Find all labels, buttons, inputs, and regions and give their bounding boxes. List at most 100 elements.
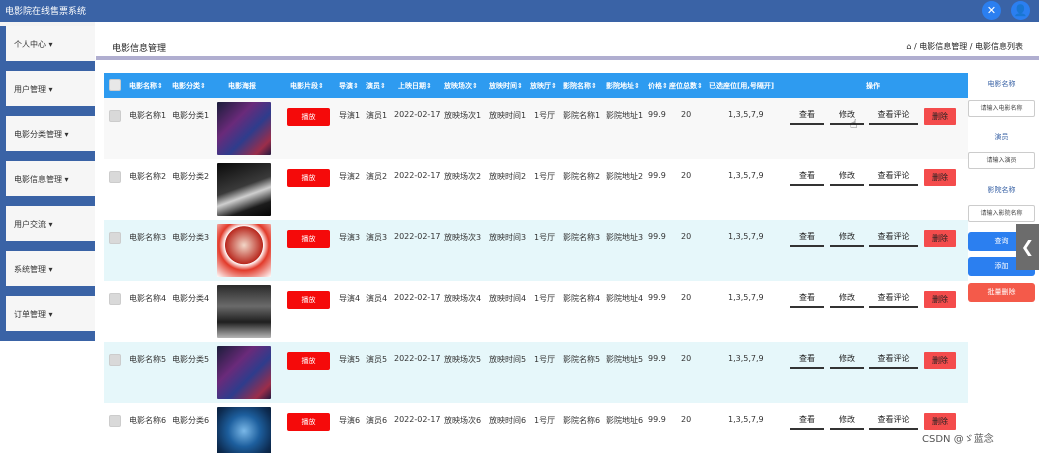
cell-session: 放映场次4 (444, 294, 482, 303)
cell-release-date: 2022-02-17 (394, 415, 441, 424)
view-reviews-button[interactable]: 查看评论 (869, 352, 918, 369)
column-header[interactable]: 导演⇕ (339, 81, 359, 91)
cell-session: 放映场次6 (444, 416, 482, 425)
cell-actor: 演员1 (366, 111, 388, 120)
cell-movie-category: 电影分类6 (172, 416, 210, 425)
cell-cinema-name: 影院名称1 (563, 111, 601, 120)
column-header[interactable]: 放映场次⇕ (444, 81, 478, 91)
column-header[interactable]: 电影名称⇕ (129, 81, 163, 91)
sidebar-item-order-management[interactable]: 订单管理 ▾ (0, 296, 95, 331)
cell-movie-category: 电影分类1 (172, 111, 210, 120)
column-header[interactable]: 上映日期⇕ (398, 81, 432, 91)
column-header[interactable]: 电影分类⇕ (172, 81, 206, 91)
delete-button[interactable]: 删除 (924, 352, 956, 369)
delete-button[interactable]: 删除 (924, 291, 956, 308)
row-checkbox[interactable] (109, 354, 121, 366)
cell-seat-total: 20 (681, 110, 692, 119)
select-all-checkbox[interactable] (109, 79, 121, 91)
cell-cinema-address: 影院地址2 (606, 172, 644, 181)
row-checkbox[interactable] (109, 171, 121, 183)
edit-button[interactable]: 修改 (830, 230, 864, 247)
edit-button[interactable]: 修改 (830, 291, 864, 308)
sidebar: 个人中心 ▾ 用户管理 ▾ 电影分类管理 ▾ 电影信息管理 ▾ 用户交流 ▾ 系… (0, 22, 95, 341)
edit-button[interactable]: 修改 (830, 413, 864, 430)
cell-release-date: 2022-02-17 (394, 110, 441, 119)
view-button[interactable]: 查看 (790, 230, 824, 247)
play-button[interactable]: 播放 (287, 291, 330, 309)
cell-seat-total: 20 (681, 232, 692, 241)
delete-button[interactable]: 删除 (924, 413, 956, 430)
cell-actor: 演员5 (366, 355, 388, 364)
column-header[interactable]: 影院名称⇕ (563, 81, 597, 91)
edit-button[interactable]: 修改 (830, 169, 864, 186)
view-reviews-button[interactable]: 查看评论 (869, 169, 918, 186)
watermark: CSDN @ゞ蓝念 (922, 434, 994, 445)
row-checkbox[interactable] (109, 415, 121, 427)
movie-poster-image (217, 163, 271, 216)
row-checkbox[interactable] (109, 293, 121, 305)
delete-button[interactable]: 删除 (924, 230, 956, 247)
cell-director: 导演5 (339, 355, 361, 364)
column-header[interactable]: 价格⇕ (648, 81, 668, 91)
play-button[interactable]: 播放 (287, 230, 330, 248)
cell-selected-seats: 1,3,5,7,9 (728, 110, 764, 119)
play-button[interactable]: 播放 (287, 413, 330, 431)
row-checkbox[interactable] (109, 232, 121, 244)
view-button[interactable]: 查看 (790, 413, 824, 430)
cell-selected-seats: 1,3,5,7,9 (728, 171, 764, 180)
movie-name-input[interactable]: 请输入电影名称 (968, 100, 1035, 117)
chevron-left-icon[interactable]: ❮ (1016, 224, 1039, 270)
cell-cinema-name: 影院名称6 (563, 416, 601, 425)
view-reviews-button[interactable]: 查看评论 (869, 413, 918, 430)
view-button[interactable]: 查看 (790, 169, 824, 186)
sidebar-item-personal-center[interactable]: 个人中心 ▾ (0, 26, 95, 61)
play-button[interactable]: 播放 (287, 352, 330, 370)
view-button[interactable]: 查看 (790, 108, 824, 125)
sidebar-item-user-management[interactable]: 用户管理 ▾ (0, 71, 95, 106)
edit-button[interactable]: 修改 (830, 108, 864, 125)
sidebar-item-system-management[interactable]: 系统管理 ▾ (0, 251, 95, 286)
play-button[interactable]: 播放 (287, 169, 330, 187)
view-reviews-button[interactable]: 查看评论 (869, 291, 918, 308)
sidebar-item-user-exchange[interactable]: 用户交流 ▾ (0, 206, 95, 241)
edit-button[interactable]: 修改 (830, 352, 864, 369)
fullscreen-icon[interactable]: ✕ (982, 1, 1001, 20)
row-checkbox[interactable] (109, 110, 121, 122)
sidebar-item-label: 订单管理 (14, 310, 46, 319)
cell-actor: 演员4 (366, 294, 388, 303)
batch-delete-button[interactable]: 批量删除 (968, 283, 1035, 302)
column-header[interactable]: 电影片段⇕ (290, 81, 324, 91)
movie-poster-image (217, 346, 271, 399)
delete-button[interactable]: 删除 (924, 108, 956, 125)
table-row: 电影名称2 电影分类2 播放 导演2 演员2 2022-02-17 放映场次2 … (104, 159, 968, 220)
home-icon[interactable]: ⌂ (906, 42, 911, 51)
cell-director: 导演3 (339, 233, 361, 242)
cell-show-time: 放映时间4 (489, 294, 527, 303)
cell-director: 导演1 (339, 111, 361, 120)
view-button[interactable]: 查看 (790, 352, 824, 369)
sidebar-item-category-management[interactable]: 电影分类管理 ▾ (0, 116, 95, 151)
sidebar-item-movie-management[interactable]: 电影信息管理 ▾ (0, 161, 95, 196)
actor-input[interactable]: 请输入演员 (968, 152, 1035, 169)
cell-movie-name: 电影名称4 (129, 294, 167, 303)
view-reviews-button[interactable]: 查看评论 (869, 108, 918, 125)
cinema-name-input[interactable]: 请输入影院名称 (968, 205, 1035, 222)
cell-hall: 1号厅 (534, 111, 556, 120)
view-reviews-button[interactable]: 查看评论 (869, 230, 918, 247)
cell-show-time: 放映时间2 (489, 172, 527, 181)
column-header[interactable]: 影院地址⇕ (606, 81, 640, 91)
column-header[interactable]: 座位总数⇕ (669, 81, 703, 91)
column-header[interactable]: 演员⇕ (366, 81, 386, 91)
delete-button[interactable]: 删除 (924, 169, 956, 186)
user-icon[interactable]: 👤 (1011, 1, 1030, 20)
cell-cinema-address: 影院地址6 (606, 416, 644, 425)
cell-selected-seats: 1,3,5,7,9 (728, 293, 764, 302)
column-header[interactable]: 放映时间⇕ (489, 81, 523, 91)
cell-hall: 1号厅 (534, 416, 556, 425)
cell-actor: 演员3 (366, 233, 388, 242)
cell-price: 99.9 (648, 354, 666, 363)
play-button[interactable]: 播放 (287, 108, 330, 126)
view-button[interactable]: 查看 (790, 291, 824, 308)
breadcrumb-path[interactable]: / 电影信息管理 / 电影信息列表 (914, 42, 1023, 51)
column-header[interactable]: 放映厅⇕ (530, 81, 557, 91)
